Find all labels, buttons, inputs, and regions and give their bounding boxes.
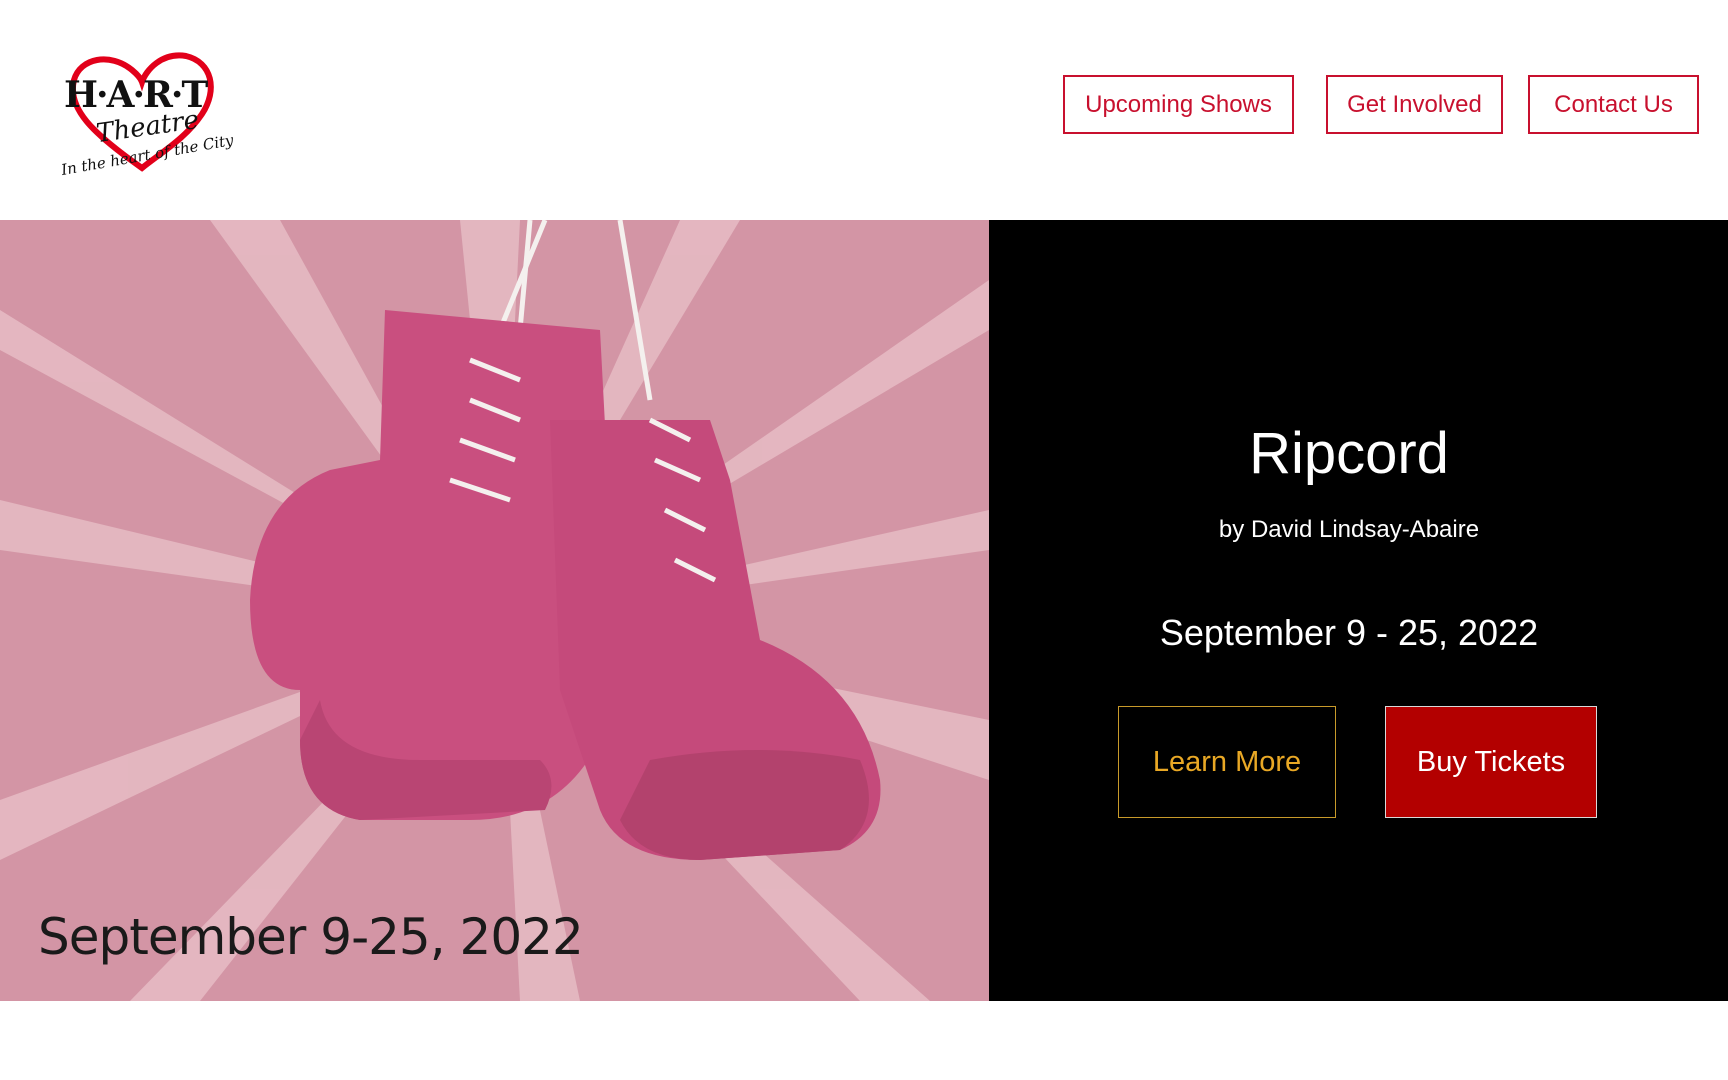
show-title: Ripcord: [1249, 421, 1449, 486]
hart-theatre-logo[interactable]: H·A·R·T Theatre In the heart of the City: [60, 48, 235, 179]
poster-date-text: September 9-25, 2022: [38, 908, 584, 966]
show-poster-image: September 9-25, 2022: [0, 220, 989, 1001]
nav-upcoming-shows[interactable]: Upcoming Shows: [1063, 75, 1294, 134]
show-dates: September 9 - 25, 2022: [1159, 612, 1539, 653]
buy-tickets-button[interactable]: Buy Tickets: [1385, 706, 1597, 818]
nav-get-involved[interactable]: Get Involved: [1326, 75, 1503, 134]
nav-contact-us[interactable]: Contact Us: [1528, 75, 1699, 134]
boxing-gloves-image: [0, 220, 989, 1001]
learn-more-button[interactable]: Learn More: [1118, 706, 1336, 818]
site-header: H·A·R·T Theatre In the heart of the City…: [0, 0, 1728, 220]
show-author: by David Lindsay-Abaire: [1218, 516, 1480, 543]
show-info-panel: Ripcord by David Lindsay-Abaire Septembe…: [989, 220, 1728, 1001]
